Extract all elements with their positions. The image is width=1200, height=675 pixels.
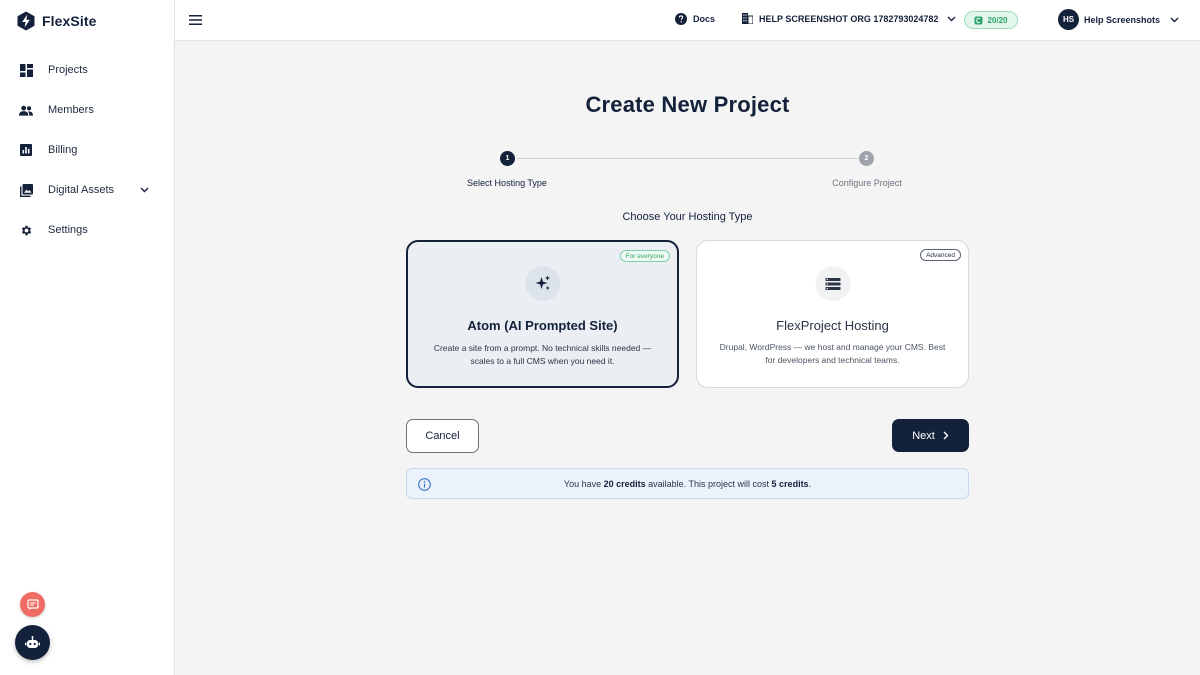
credits-count: 20/20	[987, 15, 1008, 25]
feedback-button[interactable]	[20, 592, 45, 617]
assistant-bot-button[interactable]	[15, 625, 50, 660]
step-2-indicator: 2	[859, 151, 874, 166]
next-button-label: Next	[912, 429, 935, 442]
card-description: Create a site from a prompt. No technica…	[433, 343, 652, 366]
sidebar-item-label: Settings	[48, 224, 88, 236]
dashboard-icon	[19, 63, 33, 77]
available-credits: 20 credits	[603, 479, 646, 489]
image-icon	[19, 183, 33, 197]
avatar: HS	[1058, 9, 1079, 30]
sidebar-item-members[interactable]: Members	[0, 90, 174, 130]
docs-label: Docs	[693, 14, 716, 24]
org-switcher[interactable]: HELP SCREENSHOT ORG 1782793024782	[742, 13, 956, 24]
stepper-line	[517, 158, 858, 159]
card-badge: For everyone	[619, 250, 670, 262]
credits-badge[interactable]: 20/20	[964, 11, 1018, 29]
user-menu[interactable]: HS Help Screenshots	[1058, 9, 1179, 30]
sidebar-item-label: Projects	[48, 64, 88, 76]
sidebar: FlexSite Projects Members Billing Digita…	[0, 0, 175, 675]
sidebar-item-label: Digital Assets	[48, 184, 115, 196]
sidebar-item-settings[interactable]: Settings	[0, 210, 174, 250]
menu-toggle-button[interactable]	[188, 13, 202, 27]
brand[interactable]: FlexSite	[16, 10, 97, 32]
feedback-icon	[26, 598, 39, 610]
next-button[interactable]: Next	[892, 419, 969, 452]
help-circle-icon	[675, 13, 687, 25]
chevron-down-icon[interactable]	[140, 185, 150, 195]
info-text-suffix: .	[808, 479, 812, 489]
org-name: HELP SCREENSHOT ORG 1782793024782	[759, 13, 939, 24]
sidebar-item-digital-assets[interactable]: Digital Assets	[0, 170, 174, 210]
section-title: Choose Your Hosting Type	[622, 211, 753, 223]
brand-name: FlexSite	[42, 13, 97, 29]
credits-info-banner: You have 20 credits available. This proj…	[406, 468, 969, 499]
gear-icon	[19, 223, 33, 237]
step-2-label: Configure Project	[832, 178, 902, 188]
info-text-prefix: You have	[563, 479, 604, 489]
hosting-card-flexproject[interactable]: Advanced FlexProject Hosting Drupal, Wor…	[696, 240, 969, 388]
info-text-middle: available. This project will cost	[645, 479, 772, 489]
people-icon	[19, 103, 33, 117]
card-badge: Advanced	[920, 249, 961, 261]
server-list-icon	[815, 266, 850, 301]
credits-info-text: You have 20 credits available. This proj…	[407, 479, 968, 489]
hosting-card-atom[interactable]: For everyone Atom (AI Prompted Site) Cre…	[406, 240, 679, 388]
card-title: Atom (AI Prompted Site)	[467, 318, 618, 333]
flexsite-logo-icon	[17, 11, 35, 31]
sidebar-item-projects[interactable]: Projects	[0, 50, 174, 90]
sparkles-icon	[525, 266, 560, 301]
top-header: Docs HELP SCREENSHOT ORG 1782793024782 2…	[175, 0, 1200, 41]
chevron-down-icon	[1170, 17, 1179, 22]
chart-icon	[19, 143, 33, 157]
step-1-label: Select Hosting Type	[467, 178, 547, 188]
chevron-right-icon	[943, 431, 949, 440]
robot-icon	[25, 635, 40, 648]
sidebar-item-billing[interactable]: Billing	[0, 130, 174, 170]
sidebar-nav: Projects Members Billing Digital Assets	[0, 50, 174, 250]
card-description: Drupal, WordPress — we host and manage y…	[719, 342, 946, 365]
step-1-indicator: 1	[500, 151, 515, 166]
user-name: Help Screenshots	[1084, 14, 1161, 25]
sidebar-item-label: Billing	[48, 144, 78, 156]
hamburger-menu-icon	[188, 15, 202, 25]
credit-coin-icon	[974, 16, 983, 24]
building-icon	[742, 13, 753, 24]
docs-link[interactable]: Docs	[675, 13, 715, 25]
project-cost-credits: 5 credits	[771, 479, 809, 489]
page-title: Create New Project	[585, 92, 790, 117]
card-title: FlexProject Hosting	[776, 318, 889, 333]
cancel-button[interactable]: Cancel	[406, 419, 479, 453]
sidebar-item-label: Members	[48, 104, 94, 116]
chevron-down-icon	[947, 16, 956, 21]
